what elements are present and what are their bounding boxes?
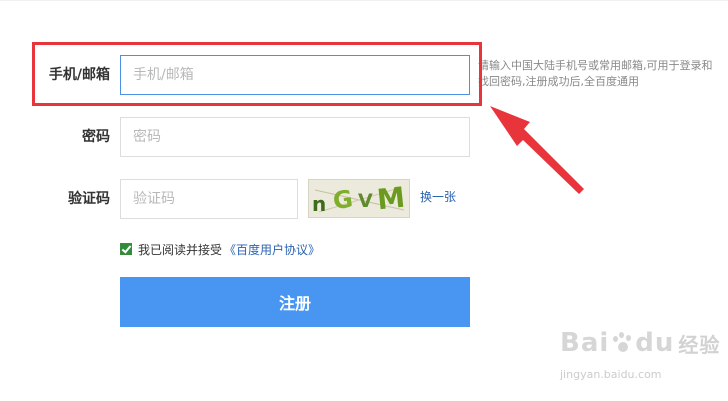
watermark-logo-left: Bai — [560, 328, 610, 358]
baidu-jingyan-watermark: Bai du 经验 jingyan.baidu.com — [560, 328, 720, 381]
paw-icon — [611, 332, 633, 354]
registration-page: 手机/邮箱 请输入中国大陆手机号或常用邮箱,可用于登录和找回密码,注册成功后,全… — [0, 0, 728, 401]
watermark-logo: Bai du 经验 — [560, 328, 720, 358]
watermark-logo-cn: 经验 — [678, 332, 721, 357]
watermark-logo-right: du — [635, 328, 675, 358]
watermark-url: jingyan.baidu.com — [560, 368, 662, 381]
